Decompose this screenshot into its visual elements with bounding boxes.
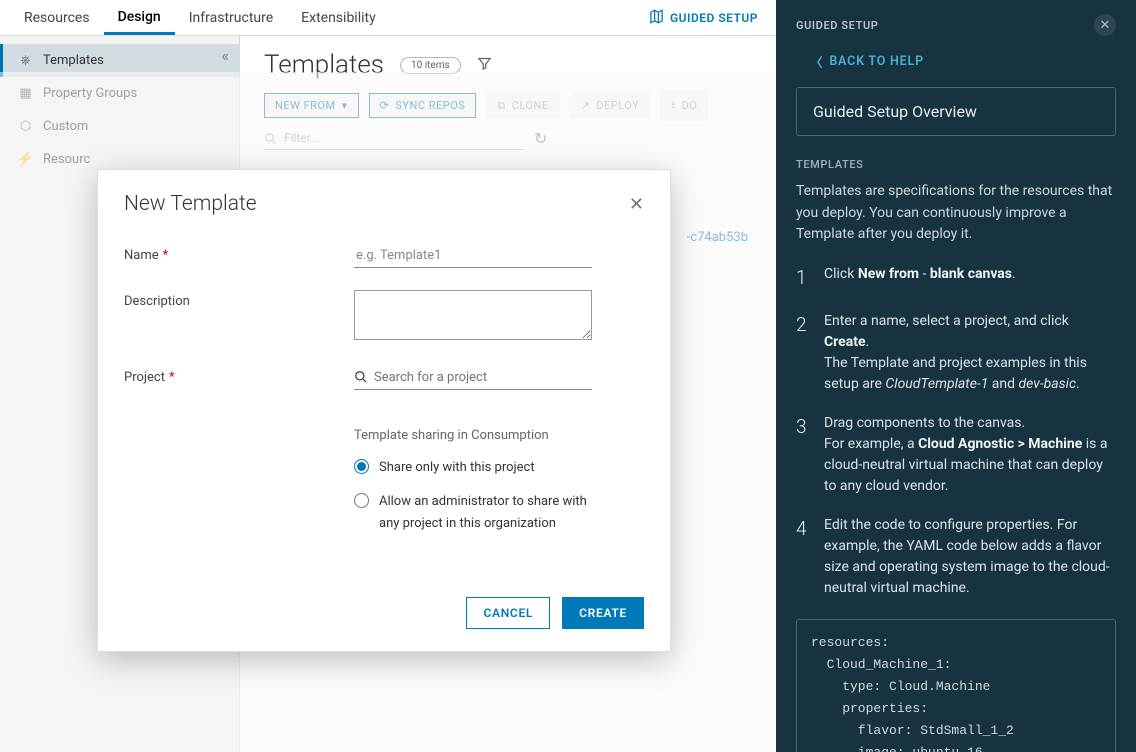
- back-to-help-link[interactable]: 〈 BACK TO HELP: [810, 52, 1116, 71]
- map-icon: [649, 9, 664, 27]
- cancel-button[interactable]: CANCEL: [466, 597, 550, 629]
- guided-setup-link[interactable]: GUIDED SETUP: [649, 9, 766, 27]
- collapse-sidebar-icon[interactable]: «: [221, 46, 229, 65]
- tab-extensibility[interactable]: Extensibility: [287, 2, 390, 33]
- help-step-2: 2 Enter a name, select a project, and cl…: [796, 311, 1116, 395]
- sharing-section-label: Template sharing in Consumption: [354, 428, 644, 443]
- project-input[interactable]: [354, 366, 592, 390]
- yaml-code-sample: resources: Cloud_Machine_1: type: Cloud.…: [796, 619, 1116, 752]
- project-label: Project*: [124, 366, 354, 385]
- help-step-4: 4 Edit the code to configure properties.…: [796, 515, 1116, 599]
- close-icon[interactable]: ✕: [1094, 14, 1116, 36]
- radio-share-admin[interactable]: [354, 493, 369, 508]
- chevron-left-icon: 〈: [810, 52, 823, 71]
- guided-setup-panel: GUIDED SETUP ✕ 〈 BACK TO HELP Guided Set…: [776, 0, 1136, 752]
- guided-setup-label: GUIDED SETUP: [670, 11, 758, 25]
- description-label: Description: [124, 290, 354, 309]
- description-input[interactable]: [354, 290, 592, 340]
- step-number: 3: [796, 413, 810, 497]
- help-step-1: 1 Click New from - blank canvas.: [796, 264, 1116, 293]
- tab-resources[interactable]: Resources: [10, 2, 104, 33]
- name-label: Name*: [124, 244, 354, 263]
- back-to-help-label: BACK TO HELP: [829, 54, 924, 69]
- step-number: 2: [796, 311, 810, 395]
- top-tabs: Resources Design Infrastructure Extensib…: [0, 0, 776, 36]
- tab-design[interactable]: Design: [104, 1, 175, 35]
- step-number: 4: [796, 515, 810, 599]
- radio-share-project-only-label: Share only with this project: [379, 457, 535, 479]
- step-number: 1: [796, 264, 810, 293]
- item-count-pill: 10 items: [400, 57, 461, 74]
- radio-share-admin-label: Allow an administrator to share with any…: [379, 491, 609, 535]
- guided-setup-overview-button[interactable]: Guided Setup Overview: [796, 87, 1116, 136]
- help-step-3: 3 Drag components to the canvas. For exa…: [796, 413, 1116, 497]
- help-section-label: TEMPLATES: [796, 158, 1116, 171]
- help-intro: Templates are specifications for the res…: [796, 181, 1116, 246]
- name-input[interactable]: [354, 244, 592, 268]
- create-button[interactable]: CREATE: [562, 597, 644, 629]
- radio-share-project-only[interactable]: [354, 459, 369, 474]
- modal-title: New Template: [124, 192, 257, 216]
- templates-icon: ⎈: [18, 53, 33, 68]
- close-icon[interactable]: ✕: [629, 194, 644, 215]
- help-heading: GUIDED SETUP: [796, 19, 878, 32]
- tab-infrastructure[interactable]: Infrastructure: [175, 2, 287, 33]
- sidebar-item-label: Templates: [43, 53, 104, 68]
- new-template-modal: New Template ✕ Name* Description Project…: [98, 170, 670, 651]
- search-icon: [354, 369, 368, 388]
